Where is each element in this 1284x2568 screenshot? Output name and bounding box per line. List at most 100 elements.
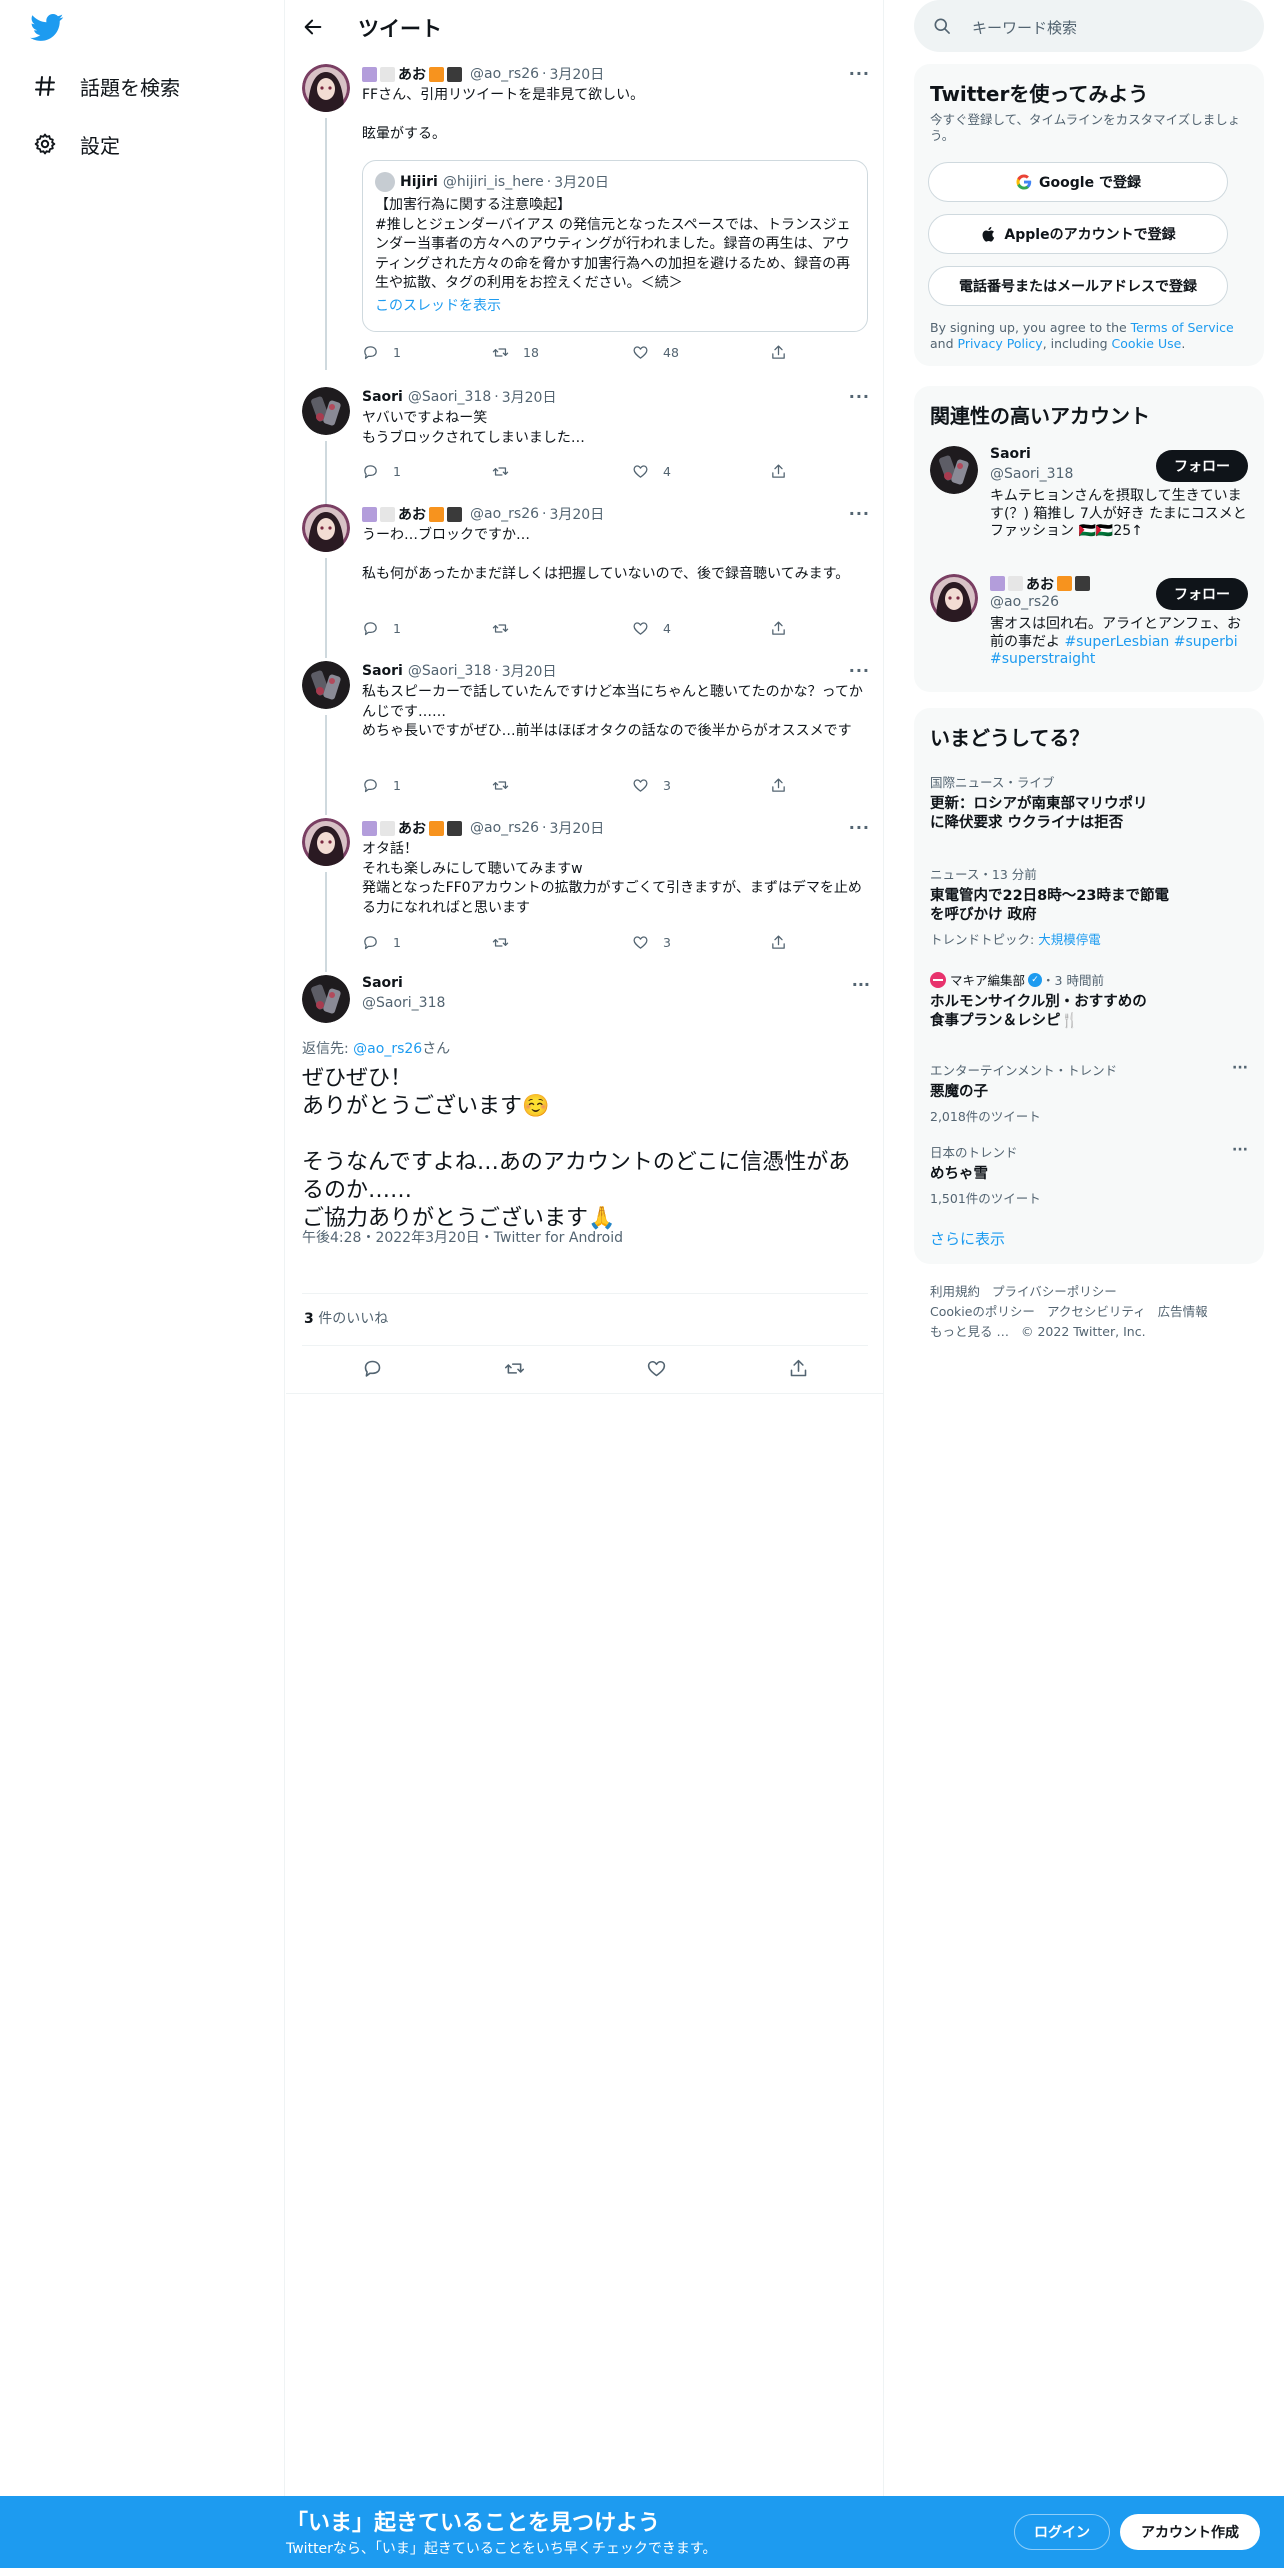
back-arrow-icon[interactable] <box>302 16 324 38</box>
like-button[interactable]: 3 <box>632 777 671 794</box>
account-item[interactable]: あお @ao_rs26 フォロー 害オスは回れ右。アライとアンフェ、お前の事だよ… <box>930 574 1248 684</box>
like-button[interactable]: 48 <box>632 344 679 361</box>
account-handle[interactable]: @Saori_318 <box>990 466 1073 482</box>
tweet-timestamp[interactable]: 午後4:28・2022年3月20日・Twitter for Android <box>302 1227 623 1247</box>
like-button[interactable]: 3 <box>632 934 671 951</box>
terms-link[interactable]: Terms of Service <box>1131 320 1234 335</box>
account-name[interactable]: Saori <box>990 446 1031 462</box>
more-icon[interactable]: ··· <box>1232 1060 1248 1076</box>
reply-button[interactable] <box>362 1358 383 1379</box>
avatar[interactable] <box>302 975 350 1023</box>
more-icon[interactable]: ··· <box>849 818 870 837</box>
tweet-date[interactable]: 3月20日 <box>502 387 557 407</box>
tweet-date[interactable]: 3月20日 <box>549 818 604 838</box>
footer-privacy-link[interactable]: プライバシーポリシー <box>992 1284 1117 1299</box>
avatar[interactable] <box>930 446 978 494</box>
tweet-author-handle[interactable]: @ao_rs26 <box>470 506 539 522</box>
tweet-date[interactable]: 3月20日 <box>549 504 604 524</box>
share-button[interactable] <box>770 777 787 794</box>
more-icon[interactable]: ··· <box>849 661 870 680</box>
footer-cookie-link[interactable]: Cookieのポリシー <box>930 1304 1035 1319</box>
like-button[interactable]: 4 <box>632 463 671 480</box>
avatar[interactable] <box>302 661 350 709</box>
thread-tweet[interactable]: Saori @Saori_318 · 3月20日 ··· 私もスピーカーで話して… <box>286 661 884 815</box>
avatar[interactable] <box>302 64 350 112</box>
more-icon[interactable]: ··· <box>1232 1142 1248 1158</box>
google-signup-button[interactable]: Google で登録 <box>928 162 1228 202</box>
trend-item[interactable]: ニュース・13 分前 東電管内で22日8時～23時まで節電を呼びかけ 政府 トレ… <box>930 864 1248 948</box>
cookie-link[interactable]: Cookie Use <box>1112 336 1182 351</box>
trend-item[interactable]: 国際ニュース・ライブ 更新：ロシアが南東部マリウポリに降伏要求 ウクライナは拒否 <box>930 772 1248 833</box>
retweet-button[interactable] <box>504 1358 525 1379</box>
tweet-author-handle[interactable]: @Saori_318 <box>362 995 445 1011</box>
avatar[interactable] <box>930 574 978 622</box>
hashtag-link[interactable]: #superLesbian <box>1064 634 1169 650</box>
avatar[interactable] <box>302 818 350 866</box>
apple-signup-button[interactable]: Appleのアカウントで登録 <box>928 214 1228 254</box>
retweet-button[interactable] <box>492 934 509 951</box>
share-button[interactable] <box>770 934 787 951</box>
tweet-author-handle[interactable]: @Saori_318 <box>408 389 491 405</box>
footer-more-link[interactable]: もっと見る … <box>930 1324 1009 1339</box>
more-icon[interactable]: ··· <box>852 975 870 994</box>
tweet-date[interactable]: 3月20日 <box>549 64 604 84</box>
privacy-link[interactable]: Privacy Policy <box>958 336 1043 351</box>
follow-button[interactable]: フォロー <box>1156 450 1248 482</box>
search-input[interactable]: キーワード検索 <box>972 17 1077 38</box>
twitter-logo-icon[interactable] <box>30 14 64 42</box>
retweet-button[interactable] <box>492 777 509 794</box>
more-icon[interactable]: ··· <box>849 387 870 406</box>
avatar[interactable] <box>302 387 350 435</box>
tweet-author-handle[interactable]: @Saori_318 <box>408 663 491 679</box>
tweet-date[interactable]: 3月20日 <box>502 661 557 681</box>
account-item[interactable]: Saori @Saori_318 フォロー キムテヒョンさんを摂取して生きていま… <box>930 446 1248 556</box>
login-button[interactable]: ログイン <box>1014 2514 1110 2550</box>
trend-item[interactable]: マキア編集部 ✓ ・3 時間前 ホルモンサイクル別・おすすめの食事プラン＆レシピ… <box>930 970 1248 1031</box>
thread-tweet[interactable]: あお @ao_rs26 · 3月20日 ··· うーわ…ブロックですか… 私も何… <box>286 504 884 658</box>
follow-button[interactable]: フォロー <box>1156 578 1248 610</box>
tweet-author-name[interactable]: あお <box>398 504 426 524</box>
signup-button[interactable]: アカウント作成 <box>1120 2514 1260 2550</box>
thread-tweet[interactable]: あお @ao_rs26 · 3月20日 ··· オタ話！ それも楽しみにして聴い… <box>286 818 884 972</box>
tweet-author-name[interactable]: あお <box>398 818 426 838</box>
reply-button[interactable]: 1 <box>362 620 401 637</box>
tweet-author-handle[interactable]: @ao_rs26 <box>470 820 539 836</box>
tweet-author-name[interactable]: Saori <box>362 389 403 405</box>
thread-tweet[interactable]: あお @ao_rs26 · 3月20日 ··· FFさん、引用リツイートを是非見… <box>286 64 884 370</box>
share-button[interactable] <box>770 344 787 361</box>
share-button[interactable] <box>770 463 787 480</box>
thread-tweet[interactable]: Saori @Saori_318 · 3月20日 ··· ヤバいですよねー笑 も… <box>286 387 884 505</box>
share-button[interactable] <box>770 620 787 637</box>
show-more-link[interactable]: さらに表示 <box>930 1228 1005 1249</box>
like-button[interactable]: 4 <box>632 620 671 637</box>
show-thread-link[interactable]: このスレッドを表示 <box>375 295 501 315</box>
more-icon[interactable]: ··· <box>849 504 870 523</box>
reply-button[interactable]: 1 <box>362 463 401 480</box>
footer-ads-link[interactable]: 広告情報 <box>1158 1304 1208 1319</box>
likes-summary[interactable]: 3 件のいいね <box>304 1308 388 1328</box>
account-name-row[interactable]: あお <box>990 574 1093 594</box>
search-box[interactable]: キーワード検索 <box>914 0 1264 52</box>
retweet-button[interactable] <box>492 620 509 637</box>
tweet-author-name[interactable]: Saori <box>362 975 403 991</box>
tweet-author-name[interactable]: あお <box>398 64 426 84</box>
trend-item[interactable]: エンターテインメント・トレンド 悪魔の子 2,018件のツイート ··· <box>930 1060 1248 1125</box>
mention-link[interactable]: @ao_rs26 <box>353 1041 422 1057</box>
phone-email-signup-button[interactable]: 電話番号またはメールアドレスで登録 <box>928 266 1228 306</box>
trend-item[interactable]: 日本のトレンド めちゃ雪 1,501件のツイート ··· <box>930 1142 1248 1207</box>
footer-accessibility-link[interactable]: アクセシビリティ <box>1047 1304 1146 1319</box>
like-button[interactable] <box>646 1358 667 1379</box>
tweet-author-name[interactable]: Saori <box>362 663 403 679</box>
nav-explore[interactable]: 話題を検索 <box>32 68 180 104</box>
retweet-button[interactable] <box>492 463 509 480</box>
retweet-button[interactable]: 18 <box>492 344 539 361</box>
reply-button[interactable]: 1 <box>362 344 401 361</box>
account-handle[interactable]: @ao_rs26 <box>990 594 1059 610</box>
avatar[interactable] <box>302 504 350 552</box>
nav-settings[interactable]: 設定 <box>32 126 120 162</box>
reply-button[interactable]: 1 <box>362 934 401 951</box>
footer-terms-link[interactable]: 利用規約 <box>930 1284 980 1299</box>
more-icon[interactable]: ··· <box>849 64 870 83</box>
tweet-author-handle[interactable]: @ao_rs26 <box>470 66 539 82</box>
quoted-tweet[interactable]: Hijiri @hijiri_is_here · 3月20日 【加害行為に関する… <box>362 160 868 332</box>
